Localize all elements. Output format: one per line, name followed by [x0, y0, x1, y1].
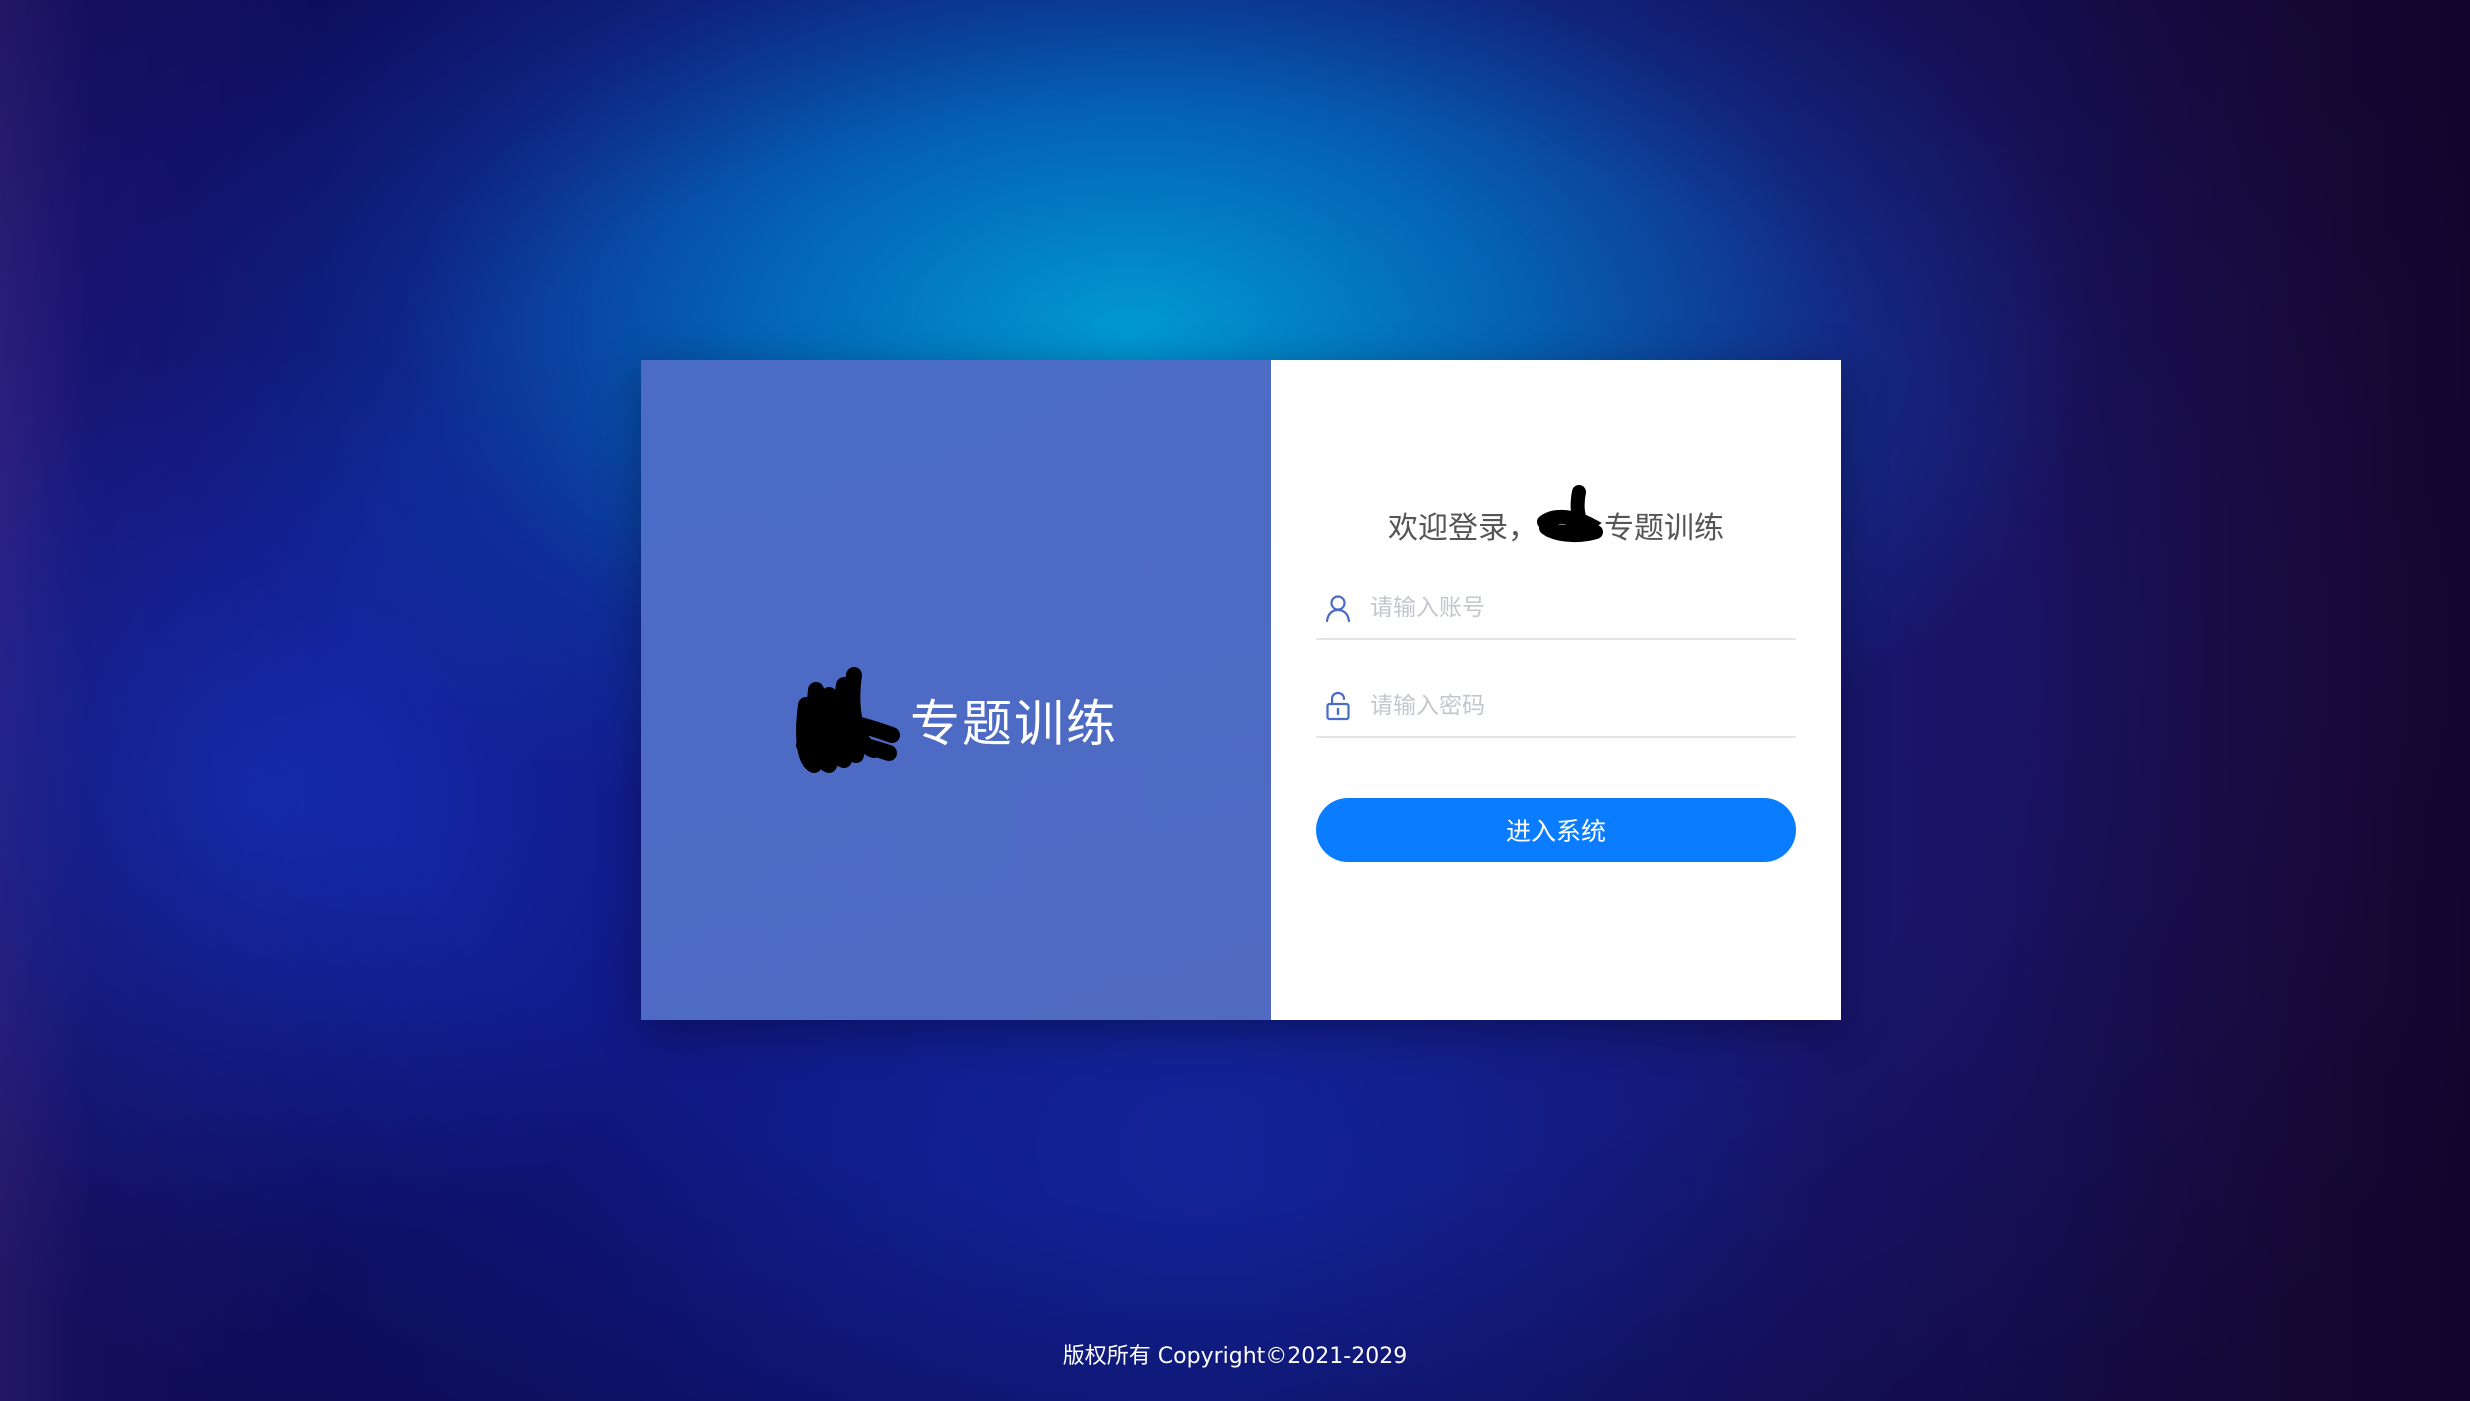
- footer-copyright: 版权所有 Copyright©2021-2029: [1062, 1344, 1408, 1369]
- username-field[interactable]: [1316, 578, 1796, 640]
- password-field[interactable]: [1316, 676, 1796, 738]
- brand-title: 专题训练: [910, 695, 1118, 753]
- welcome-prefix: 欢迎登录，: [1388, 511, 1538, 546]
- welcome-heading: 欢迎登录， 专题训练: [1271, 485, 1841, 560]
- redaction-mark: [796, 667, 900, 773]
- login-card: 专题训练 欢迎登录， 专题训练 请输入账号 进入系统: [641, 360, 1841, 1020]
- redaction-mark: [1537, 485, 1603, 543]
- login-button[interactable]: 进入系统: [1316, 798, 1796, 862]
- user-icon: [1322, 592, 1354, 624]
- welcome-suffix: 专题训练: [1604, 511, 1724, 546]
- brand-panel: 专题训练: [641, 360, 1271, 1020]
- password-input[interactable]: [1368, 692, 1796, 720]
- brand-title-wrapper: 专题训练: [794, 665, 1118, 775]
- lock-icon: [1322, 690, 1354, 722]
- username-input[interactable]: [1368, 594, 1796, 622]
- login-form-panel: 欢迎登录， 专题训练 请输入账号 进入系统: [1271, 360, 1841, 1020]
